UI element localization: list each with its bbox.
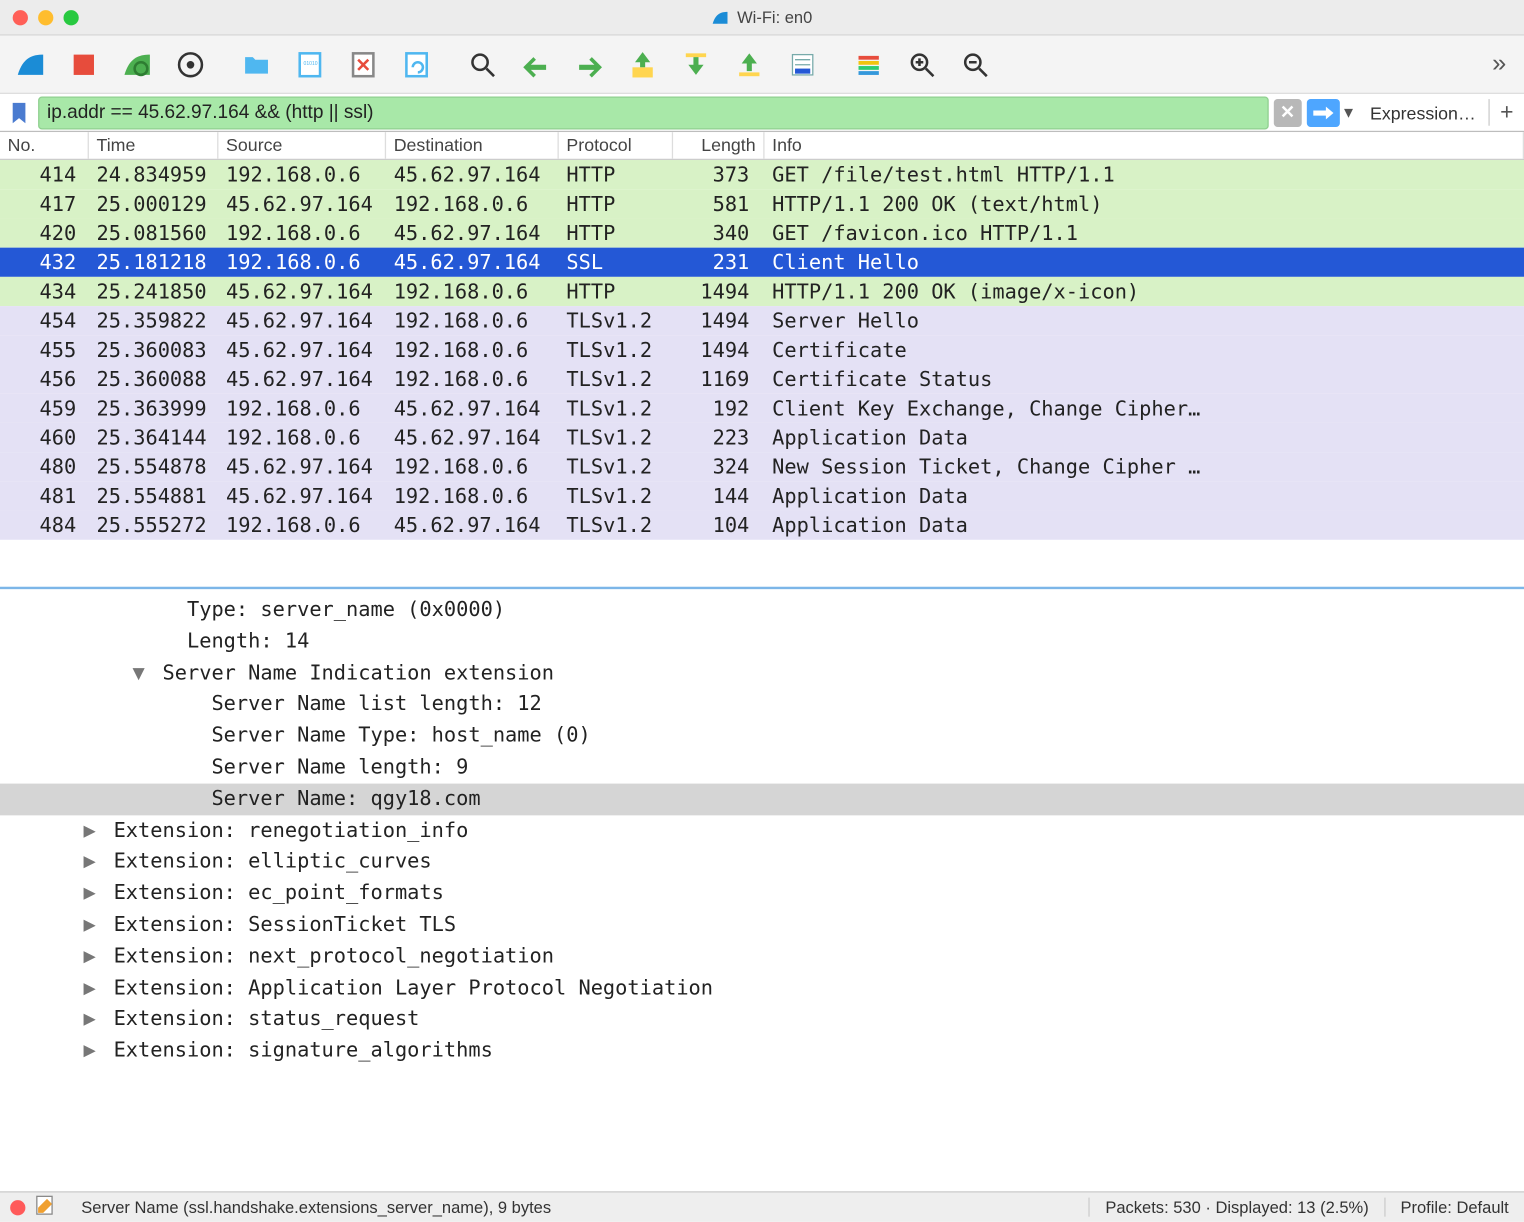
- status-packet-count: Packets: 530 · Displayed: 13 (2.5%): [1089, 1198, 1384, 1217]
- detail-tree-line[interactable]: ▶ Extension: status_request: [0, 1004, 1524, 1035]
- filter-history-dropdown[interactable]: ▾: [1340, 102, 1358, 124]
- status-profile[interactable]: Profile: Default: [1384, 1198, 1524, 1217]
- filter-clear-button[interactable]: ✕: [1273, 98, 1301, 126]
- packet-row[interactable]: 41424.834959192.168.0.645.62.97.164HTTP3…: [0, 160, 1524, 189]
- restart-capture-button[interactable]: [112, 41, 163, 87]
- packet-row[interactable]: 42025.081560192.168.0.645.62.97.164HTTP3…: [0, 218, 1524, 247]
- col-header-source: Source: [218, 132, 386, 159]
- reload-file-button[interactable]: [391, 41, 442, 87]
- svg-text:01010: 01010: [304, 60, 318, 66]
- display-filter-input[interactable]: [38, 96, 1268, 129]
- packet-row[interactable]: 46025.364144192.168.0.645.62.97.164TLSv1…: [0, 423, 1524, 452]
- go-to-packet-button[interactable]: [617, 41, 668, 87]
- filter-apply-button[interactable]: [1306, 98, 1339, 126]
- packet-row[interactable]: 45525.36008345.62.97.164192.168.0.6TLSv1…: [0, 335, 1524, 364]
- filter-bar: ✕ ▾ Expression… +: [0, 94, 1524, 132]
- packet-row[interactable]: 48025.55487845.62.97.164192.168.0.6TLSv1…: [0, 452, 1524, 481]
- col-header-length: Length: [673, 132, 764, 159]
- col-header-no: No.: [0, 132, 89, 159]
- capture-options-button[interactable]: [165, 41, 216, 87]
- filter-add-button[interactable]: +: [1488, 99, 1524, 126]
- packet-row[interactable]: 41725.00012945.62.97.164192.168.0.6HTTP5…: [0, 189, 1524, 218]
- col-header-info: Info: [765, 132, 1524, 159]
- status-field-info: Server Name (ssl.handshake.extensions_se…: [71, 1198, 561, 1217]
- detail-tree-line[interactable]: Server Name Type: host_name (0): [0, 720, 1524, 751]
- packet-row[interactable]: 45425.35982245.62.97.164192.168.0.6TLSv1…: [0, 306, 1524, 335]
- zoom-in-button[interactable]: [897, 41, 948, 87]
- toolbar-overflow-button[interactable]: »: [1479, 50, 1519, 79]
- titlebar: Wi-Fi: en0: [0, 0, 1524, 36]
- start-capture-button[interactable]: [5, 41, 56, 87]
- packet-list-header[interactable]: No. Time Source Destination Protocol Len…: [0, 132, 1524, 160]
- status-bar: Server Name (ssl.handshake.extensions_se…: [0, 1191, 1524, 1221]
- filter-bookmark-icon[interactable]: [5, 98, 33, 126]
- detail-tree-line[interactable]: Type: server_name (0x0000): [0, 594, 1524, 625]
- go-forward-button[interactable]: [564, 41, 615, 87]
- detail-tree-line[interactable]: Server Name: qgy18.com: [0, 783, 1524, 814]
- detail-tree-line[interactable]: ▶ Extension: Application Layer Protocol …: [0, 972, 1524, 1003]
- open-file-button[interactable]: [231, 41, 282, 87]
- go-first-packet-button[interactable]: [671, 41, 722, 87]
- detail-tree-line[interactable]: ▶ Extension: SessionTicket TLS: [0, 909, 1524, 940]
- filter-expression-button[interactable]: Expression…: [1357, 102, 1488, 122]
- colorize-button[interactable]: [843, 41, 894, 87]
- save-file-button[interactable]: 01010: [284, 41, 335, 87]
- detail-tree-line[interactable]: Length: 14: [0, 626, 1524, 657]
- close-window-button[interactable]: [13, 10, 28, 25]
- packet-list-rows[interactable]: 41424.834959192.168.0.645.62.97.164HTTP3…: [0, 160, 1524, 587]
- stop-capture-button[interactable]: [58, 41, 109, 87]
- packet-row[interactable]: 45925.363999192.168.0.645.62.97.164TLSv1…: [0, 394, 1524, 423]
- packet-row[interactable]: 48425.555272192.168.0.645.62.97.164TLSv1…: [0, 511, 1524, 540]
- edit-capture-comment-icon[interactable]: [36, 1195, 56, 1219]
- wireshark-fin-icon: [712, 8, 730, 26]
- main-toolbar: 01010 »: [0, 36, 1524, 94]
- window-title: Wi-Fi: en0: [0, 8, 1524, 27]
- detail-tree-line[interactable]: ▶ Extension: ec_point_formats: [0, 878, 1524, 909]
- packet-list-pane: No. Time Source Destination Protocol Len…: [0, 132, 1524, 589]
- packet-row[interactable]: 43225.181218192.168.0.645.62.97.164SSL23…: [0, 248, 1524, 277]
- col-header-time: Time: [89, 132, 219, 159]
- go-back-button[interactable]: [511, 41, 562, 87]
- detail-tree-line[interactable]: ▶ Extension: renegotiation_info: [0, 815, 1524, 846]
- find-packet-button[interactable]: [457, 41, 508, 87]
- detail-tree-line[interactable]: Server Name list length: 12: [0, 689, 1524, 720]
- packet-row[interactable]: 43425.24185045.62.97.164192.168.0.6HTTP1…: [0, 277, 1524, 306]
- detail-tree-line[interactable]: ▶ Extension: next_protocol_negotiation: [0, 941, 1524, 972]
- packet-row[interactable]: 48125.55488145.62.97.164192.168.0.6TLSv1…: [0, 481, 1524, 510]
- col-header-destination: Destination: [386, 132, 559, 159]
- detail-tree-line[interactable]: ▼ Server Name Indication extension: [0, 657, 1524, 688]
- expert-info-icon[interactable]: [10, 1200, 25, 1215]
- zoom-out-button[interactable]: [950, 41, 1001, 87]
- zoom-window-button[interactable]: [64, 10, 79, 25]
- packet-row[interactable]: 45625.36008845.62.97.164192.168.0.6TLSv1…: [0, 364, 1524, 393]
- detail-tree-line[interactable]: ▶ Extension: elliptic_curves: [0, 846, 1524, 877]
- col-header-protocol: Protocol: [559, 132, 673, 159]
- close-file-button[interactable]: [338, 41, 389, 87]
- detail-tree-line[interactable]: Server Name length: 9: [0, 752, 1524, 783]
- auto-scroll-button[interactable]: [777, 41, 828, 87]
- go-last-packet-button[interactable]: [724, 41, 775, 87]
- minimize-window-button[interactable]: [38, 10, 53, 25]
- packet-detail-pane[interactable]: Type: server_name (0x0000) Length: 14 ▼ …: [0, 589, 1524, 1191]
- detail-tree-line[interactable]: ▶ Extension: signature_algorithms: [0, 1035, 1524, 1066]
